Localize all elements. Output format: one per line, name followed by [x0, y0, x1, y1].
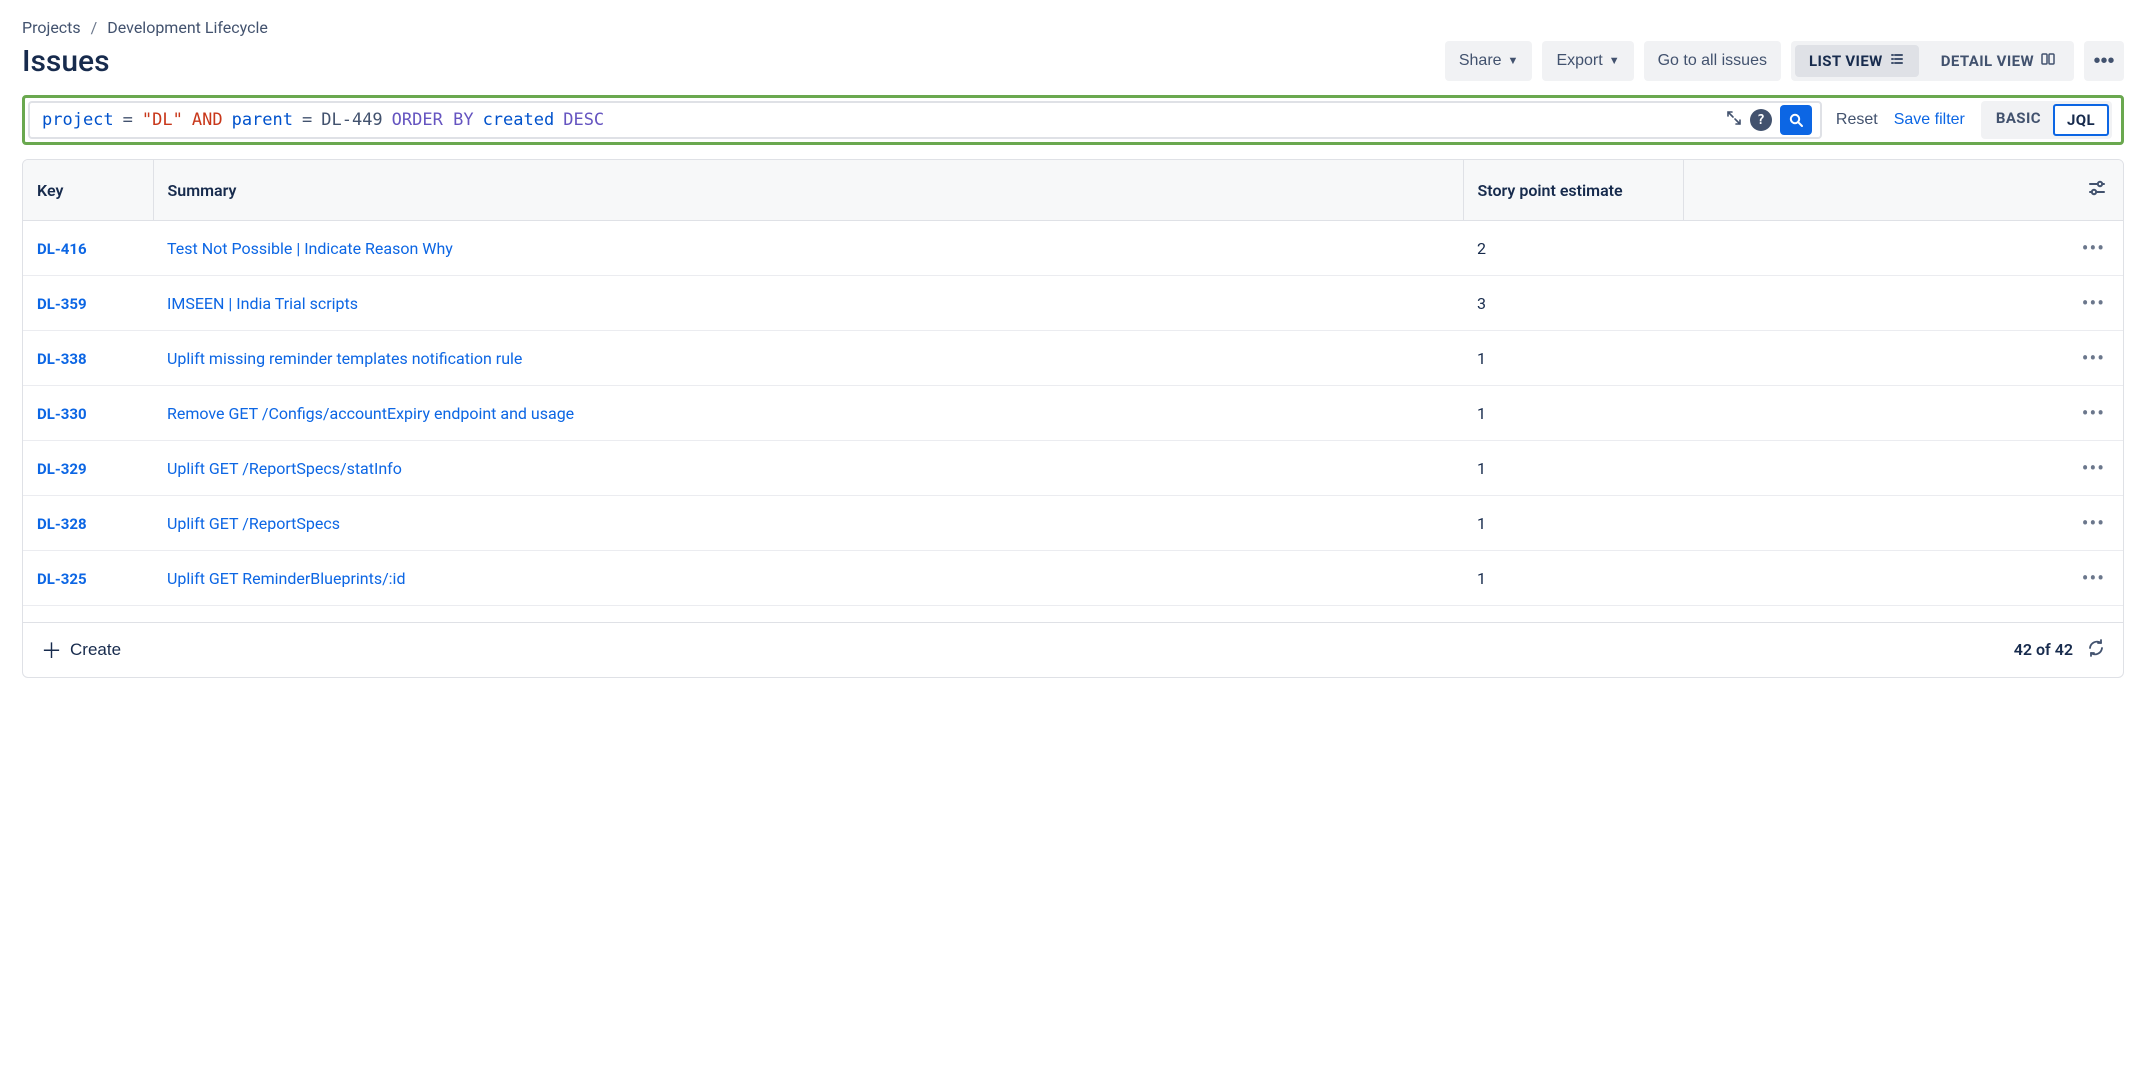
- column-story-points[interactable]: Story point estimate: [1463, 160, 1683, 221]
- table-row: [23, 606, 2123, 622]
- story-points-cell: 1: [1463, 496, 1683, 551]
- save-filter-button[interactable]: Save filter: [1894, 111, 1965, 129]
- issue-summary-link[interactable]: Uplift GET /ReportSpecs/statInfo: [167, 459, 402, 478]
- export-button-label: Export: [1556, 52, 1602, 70]
- share-button[interactable]: Share ▼: [1445, 41, 1533, 81]
- go-to-all-issues-button[interactable]: Go to all issues: [1644, 41, 1781, 81]
- more-actions-button[interactable]: •••: [2084, 41, 2124, 81]
- list-view-toggle[interactable]: LIST VIEW: [1795, 45, 1919, 77]
- issue-key-link[interactable]: DL-359: [37, 295, 87, 313]
- syntax-help-icon[interactable]: ?: [1750, 109, 1772, 131]
- breadcrumb-root[interactable]: Projects: [22, 18, 81, 37]
- chevron-down-icon: ▼: [1609, 55, 1620, 67]
- row-actions-button[interactable]: •••: [2082, 511, 2105, 535]
- issue-key-link[interactable]: DL-329: [37, 460, 87, 478]
- search-mode-toggle: BASIC JQL: [1981, 101, 2112, 139]
- share-button-label: Share: [1459, 52, 1502, 70]
- search-icon: [1788, 112, 1804, 128]
- issue-summary-link[interactable]: IMSEEN | India Trial scripts: [167, 294, 358, 313]
- row-actions-button[interactable]: •••: [2082, 236, 2105, 260]
- detail-view-toggle[interactable]: DETAIL VIEW: [1927, 45, 2070, 77]
- row-actions-button[interactable]: •••: [2082, 456, 2105, 480]
- reset-button[interactable]: Reset: [1836, 111, 1878, 129]
- issue-key-link[interactable]: DL-330: [37, 405, 87, 423]
- issue-summary-link[interactable]: Remove GET /Configs/accountExpiry endpoi…: [167, 404, 574, 423]
- issue-key-link[interactable]: DL-338: [37, 350, 87, 368]
- plus-icon: ＋: [41, 635, 62, 665]
- column-key[interactable]: Key: [23, 160, 153, 221]
- detail-view-icon: [2040, 51, 2056, 71]
- issue-summary-link[interactable]: Uplift missing reminder templates notifi…: [167, 349, 522, 368]
- row-actions-button[interactable]: •••: [2082, 566, 2105, 590]
- row-actions-button[interactable]: •••: [2082, 401, 2105, 425]
- issue-summary-link[interactable]: Test Not Possible | Indicate Reason Why: [167, 239, 453, 258]
- jql-mode-toggle[interactable]: JQL: [2053, 104, 2109, 136]
- expand-editor-icon[interactable]: [1726, 110, 1742, 130]
- table-row: DL-330 Remove GET /Configs/accountExpiry …: [23, 386, 2123, 441]
- table-row: DL-359 IMSEEN | India Trial scripts 3 •••: [23, 276, 2123, 331]
- column-actions: [1683, 160, 2123, 221]
- issue-summary-link[interactable]: Uplift GET /ReportSpecs: [167, 514, 340, 533]
- meatball-icon: •••: [2093, 50, 2114, 73]
- table-row: DL-325 Uplift GET ReminderBlueprints/:id 1…: [23, 551, 2123, 606]
- issue-key-link[interactable]: DL-325: [37, 570, 87, 588]
- refresh-icon[interactable]: [2087, 639, 2105, 661]
- table-row: DL-338 Uplift missing reminder templates …: [23, 331, 2123, 386]
- table-footer: ＋ Create 42 of 42: [23, 622, 2123, 677]
- row-actions-button[interactable]: •••: [2082, 291, 2105, 315]
- breadcrumb-sep: /: [91, 18, 98, 37]
- create-issue-button[interactable]: ＋ Create: [41, 635, 121, 665]
- issue-key-link[interactable]: DL-416: [37, 240, 87, 258]
- issue-key-link[interactable]: DL-328: [37, 515, 87, 533]
- run-search-button[interactable]: [1780, 105, 1812, 135]
- chevron-down-icon: ▼: [1508, 55, 1519, 67]
- jql-input[interactable]: project = "DL" AND parent = DL-449 ORDER…: [28, 101, 1822, 139]
- basic-mode-toggle[interactable]: BASIC: [1984, 104, 2053, 136]
- story-points-cell: 1: [1463, 441, 1683, 496]
- row-actions-button[interactable]: •••: [2082, 346, 2105, 370]
- story-points-cell: 2: [1463, 221, 1683, 276]
- story-points-cell: 1: [1463, 551, 1683, 606]
- issue-summary-link[interactable]: Uplift GET ReminderBlueprints/:id: [167, 569, 405, 588]
- table-row: DL-416 Test Not Possible | Indicate Reaso…: [23, 221, 2123, 276]
- list-view-icon: [1889, 51, 1905, 71]
- story-points-cell: 3: [1463, 276, 1683, 331]
- column-config-icon[interactable]: [2087, 178, 2107, 202]
- breadcrumb: Projects / Development Lifecycle: [22, 18, 2124, 37]
- jql-search-highlight: project = "DL" AND parent = DL-449 ORDER…: [22, 95, 2124, 145]
- export-button[interactable]: Export ▼: [1542, 41, 1633, 81]
- table-row: DL-328 Uplift GET /ReportSpecs 1 •••: [23, 496, 2123, 551]
- result-count: 42 of 42: [2014, 640, 2073, 659]
- breadcrumb-current: Development Lifecycle: [107, 18, 268, 37]
- view-toggle: LIST VIEW DETAIL VIEW: [1791, 41, 2074, 81]
- story-points-cell: 1: [1463, 386, 1683, 441]
- story-points-cell: 1: [1463, 331, 1683, 386]
- issues-table-wrap: Key Summary Story point estimate DL-416 T…: [22, 159, 2124, 678]
- page-title: Issues: [22, 44, 110, 79]
- table-row: DL-329 Uplift GET /ReportSpecs/statInfo 1 •…: [23, 441, 2123, 496]
- column-summary[interactable]: Summary: [153, 160, 1463, 221]
- issues-table: Key Summary Story point estimate DL-416 T…: [23, 160, 2123, 622]
